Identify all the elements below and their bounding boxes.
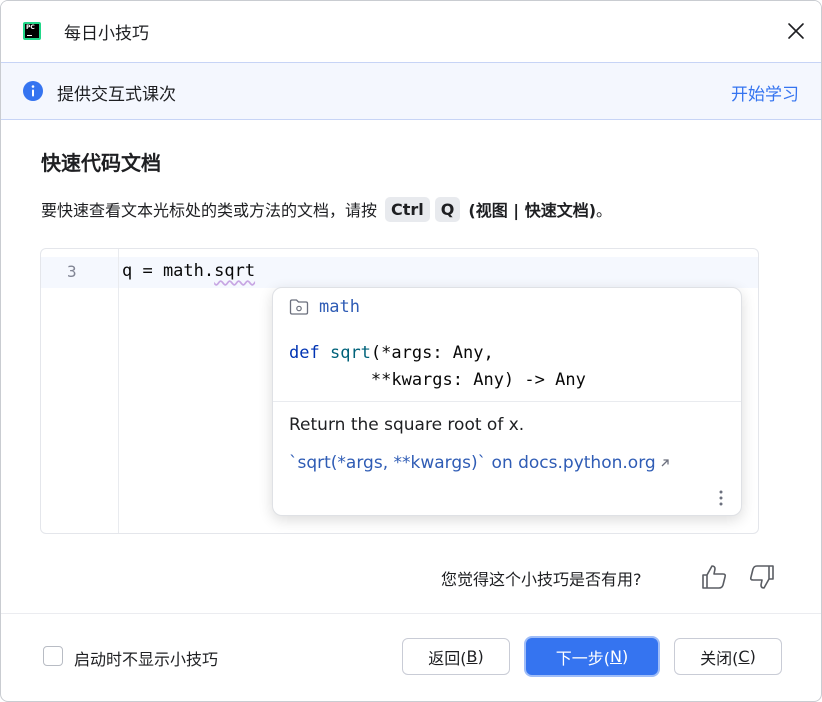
dialog-title: 每日小技巧: [64, 24, 149, 44]
footer-divider: [1, 613, 821, 614]
close-button-mnemonic: C: [738, 647, 750, 666]
next-button-mnemonic: N: [610, 647, 622, 666]
info-icon: [22, 80, 44, 102]
line-number: 3: [67, 262, 77, 281]
doc-module-name[interactable]: math: [319, 297, 360, 317]
tip-title: 快速代码文档: [41, 151, 161, 175]
close-button[interactable]: 关闭(C): [674, 638, 782, 675]
next-button-label: 下一步(: [555, 648, 611, 668]
close-button-paren: ): [749, 647, 756, 666]
sig-params-line1: (*args: Any,: [370, 343, 494, 363]
thumbs-up-icon[interactable]: [699, 562, 729, 592]
tip-description: 要快速查看文本光标处的类或方法的文档，请按 Ctrl Q (视图 | 快速文档)…: [41, 194, 612, 224]
doc-module: math: [289, 297, 360, 317]
close-icon[interactable]: [785, 20, 807, 42]
feedback-question: 您觉得这个小技巧是否有用?: [441, 570, 642, 589]
menu-path: (视图 | 快速文档): [468, 201, 597, 220]
next-button[interactable]: 下一步(N): [526, 638, 658, 675]
back-button-paren: ): [477, 647, 484, 666]
external-link-icon: [661, 459, 669, 467]
folder-icon: [289, 299, 309, 315]
pycharm-logo-icon: PC: [23, 22, 41, 40]
info-banner: 提供交互式课次 开始学习: [1, 62, 821, 120]
shortcut-key-q: Q: [434, 196, 461, 222]
editor-gutter: [41, 249, 119, 533]
code-line: q = math.sqrt: [122, 261, 255, 281]
thumbs-down-icon[interactable]: [747, 562, 777, 592]
tip-description-text: 要快速查看文本光标处的类或方法的文档，请按: [41, 201, 378, 220]
quick-documentation-popup: math def sqrt(*args: Any, **kwargs: Any)…: [272, 287, 742, 516]
close-button-label: 关闭(: [700, 648, 739, 668]
code-symbol-sqrt: sqrt: [214, 261, 256, 281]
code-text: q = math.: [122, 261, 215, 281]
doc-description: Return the square root of x.: [289, 415, 525, 435]
app-logo-text: PC: [26, 24, 35, 31]
external-docs-link-text[interactable]: `sqrt(*args, **kwargs)` on docs.python.o…: [289, 453, 656, 473]
sig-function-name: sqrt: [329, 343, 371, 363]
shortcut-key-ctrl: Ctrl: [385, 196, 430, 222]
more-vertical-icon[interactable]: [717, 488, 725, 508]
dont-show-tips-label[interactable]: 启动时不显示小技巧: [74, 646, 218, 670]
title-bar: PC 每日小技巧: [1, 1, 821, 62]
next-button-paren: ): [621, 647, 629, 666]
tip-description-end: 。: [596, 201, 613, 220]
doc-divider: [273, 401, 741, 402]
dont-show-tips-checkbox[interactable]: [43, 646, 63, 666]
sig-keyword: def: [289, 343, 320, 363]
back-button-mnemonic: B: [466, 647, 478, 666]
back-button-label: 返回(: [428, 648, 467, 668]
banner-text: 提供交互式课次: [57, 85, 176, 105]
back-button[interactable]: 返回(B): [402, 638, 510, 675]
doc-signature: def sqrt(*args: Any, **kwargs: Any) -> A…: [289, 340, 586, 394]
external-docs-link[interactable]: `sqrt(*args, **kwargs)` on docs.python.o…: [289, 453, 671, 473]
sig-params-line2: **kwargs: Any) -> Any: [289, 370, 586, 390]
tip-of-the-day-dialog: PC 每日小技巧 提供交互式课次 开始学习 快速代码文档 要快速查看文本光标处的…: [0, 0, 822, 702]
start-learning-link[interactable]: 开始学习: [731, 80, 799, 105]
